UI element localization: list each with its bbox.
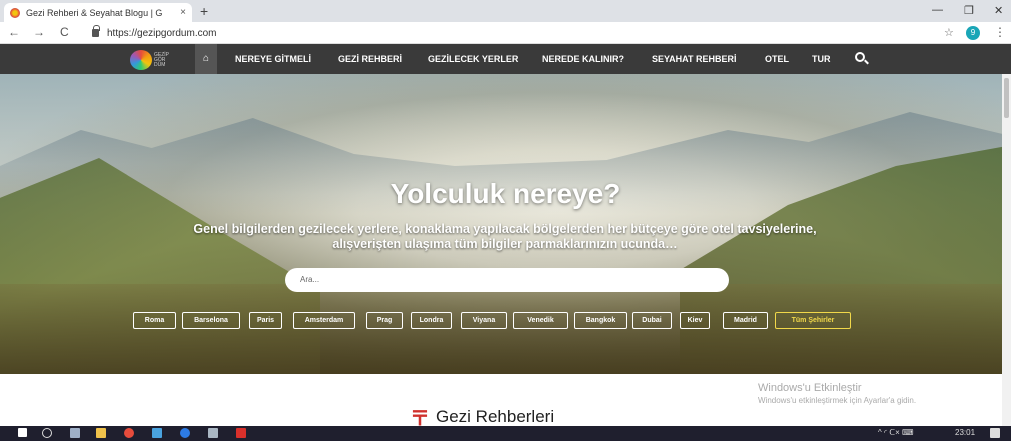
city-button-roma[interactable]: Roma (133, 312, 176, 329)
store-icon[interactable] (152, 428, 162, 438)
search-icon[interactable] (855, 52, 865, 62)
city-button-barselona[interactable]: Barselona (182, 312, 240, 329)
tab-title: Gezi Rehberi & Seyahat Blogu | G (26, 7, 163, 18)
address-bar-row: ← → C https://gezipgordum.com ☆ 9 ⋮ (0, 22, 1011, 44)
file-explorer-icon[interactable] (96, 428, 106, 438)
maximize-button[interactable]: ❐ (964, 4, 974, 17)
site-navbar: GEZİP GÖR DÜM ⌂ NEREYE GİTMELİ GEZİ REHB… (0, 44, 1011, 74)
browser-menu-icon[interactable]: ⋮ (994, 25, 1006, 39)
hero-search-input[interactable]: Ara... (285, 268, 729, 292)
hero-banner: Yolculuk nereye? Genel bilgilerden gezil… (0, 74, 1011, 374)
home-icon[interactable]: ⌂ (195, 44, 217, 74)
site-favicon-icon (10, 7, 20, 18)
nav-nereye-gitmeli[interactable]: NEREYE GİTMELİ (235, 54, 311, 64)
system-tray-icons[interactable]: ^ ◜ ᑕ× ⌨ (878, 428, 914, 437)
clock-time[interactable]: 23:01 (955, 428, 975, 437)
nav-tur[interactable]: TUR (812, 54, 831, 64)
city-shortcuts: Roma Barselona Paris Amsterdam Prag Lond… (0, 312, 1011, 330)
windows-activation-title: Windows'u Etkinleştir (758, 382, 862, 394)
city-button-kiev[interactable]: Kiev (680, 312, 710, 329)
logo-line-3: DÜM (154, 61, 166, 68)
browser-tab-bar: Gezi Rehberi & Seyahat Blogu | G × + — ❐… (0, 0, 1011, 22)
city-button-venedik[interactable]: Venedik (513, 312, 568, 329)
windows-start-icon[interactable] (18, 428, 27, 437)
all-cities-button[interactable]: Tüm Şehirler (775, 312, 851, 329)
chrome-icon[interactable] (124, 428, 134, 438)
city-button-viyana[interactable]: Viyana (461, 312, 507, 329)
city-button-amsterdam[interactable]: Amsterdam (293, 312, 355, 329)
nav-nerede-kalinir[interactable]: NEREDE KALINIR? (542, 54, 624, 64)
profile-avatar[interactable]: 9 (966, 26, 980, 40)
windows-taskbar: ^ ◜ ᑕ× ⌨ 23:01 (0, 426, 1011, 441)
search-taskbar-icon[interactable] (42, 428, 52, 438)
section-title-text: Gezi Rehberleri (436, 406, 555, 426)
site-logo[interactable]: GEZİP GÖR DÜM (130, 49, 178, 71)
nav-gezi-rehberi[interactable]: GEZİ REHBERİ (338, 54, 402, 64)
logo-burst-icon (130, 50, 152, 70)
tab-close-icon[interactable]: × (180, 7, 186, 18)
windows-activation-subtitle: Windows'u etkinleştirmek için Ayarlar'a … (758, 396, 917, 405)
page-scrollbar[interactable] (1002, 74, 1011, 426)
logo-text: GEZİP GÖR DÜM (154, 52, 169, 68)
city-button-dubai[interactable]: Dubai (632, 312, 672, 329)
browser-tab[interactable]: Gezi Rehberi & Seyahat Blogu | G × (4, 3, 192, 22)
hero-title: Yolculuk nereye? (390, 178, 621, 209)
forward-button[interactable]: → (33, 25, 45, 39)
pdf-reader-icon[interactable] (236, 428, 246, 438)
hero-subtitle: Genel bilgilerden gezilecek yerlere, kon… (193, 222, 817, 251)
nav-seyahat-rehberi[interactable]: SEYAHAT REHBERİ (652, 54, 737, 64)
edge-icon[interactable] (180, 428, 190, 438)
reload-button[interactable]: C (60, 25, 69, 39)
mail-icon[interactable] (208, 428, 218, 438)
city-button-paris[interactable]: Paris (249, 312, 282, 329)
city-button-prag[interactable]: Prag (366, 312, 403, 329)
task-view-icon[interactable] (70, 428, 80, 438)
minimize-button[interactable]: — (932, 4, 943, 16)
nav-otel[interactable]: OTEL (765, 54, 789, 64)
url-field[interactable]: https://gezipgordum.com (92, 24, 962, 42)
new-tab-button[interactable]: + (200, 3, 208, 19)
scrollbar-thumb[interactable] (1004, 78, 1009, 118)
city-button-madrid[interactable]: Madrid (723, 312, 768, 329)
notifications-icon[interactable] (990, 428, 1000, 438)
nav-gezilecek-yerler[interactable]: GEZİLECEK YERLER (428, 54, 518, 64)
close-window-button[interactable]: ✕ (994, 4, 1003, 17)
lock-icon (92, 25, 100, 37)
content-section: Windows'u Etkinleştir Windows'u etkinleş… (0, 374, 1011, 430)
bookmark-star-icon[interactable]: ☆ (944, 26, 954, 39)
back-button[interactable]: ← (8, 25, 20, 39)
url-text: https://gezipgordum.com (107, 27, 217, 39)
city-button-bangkok[interactable]: Bangkok (574, 312, 627, 329)
city-button-londra[interactable]: Londra (411, 312, 452, 329)
